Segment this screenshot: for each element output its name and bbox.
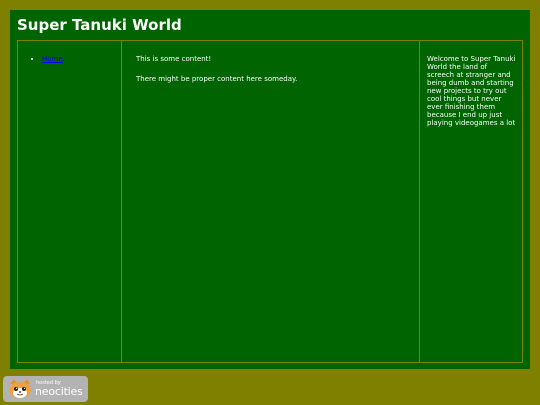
nav-list: Home [32, 55, 121, 63]
layout-table: Home This is some content! There might b… [17, 40, 523, 363]
sidebar-column: Welcome to Super Tanuki World the land o… [420, 41, 522, 362]
main-content-column: This is some content! There might be pro… [122, 41, 420, 362]
content-paragraph: There might be proper content here somed… [136, 75, 298, 83]
badge-neocities-text: neocities [35, 385, 83, 398]
sidebar-welcome-text: Welcome to Super Tanuki World the land o… [427, 55, 516, 127]
nav-item-home: Home [42, 55, 121, 63]
nav-column: Home [18, 41, 122, 362]
nav-link-home[interactable]: Home [42, 55, 63, 63]
site-title: Super Tanuki World [17, 16, 182, 34]
page-container: Super Tanuki World Home This is some con… [10, 10, 530, 369]
hosted-by-neocities-badge[interactable]: hosted by neocities [3, 376, 88, 402]
content-paragraph: This is some content! [136, 55, 212, 63]
neocities-cat-icon [9, 379, 31, 398]
